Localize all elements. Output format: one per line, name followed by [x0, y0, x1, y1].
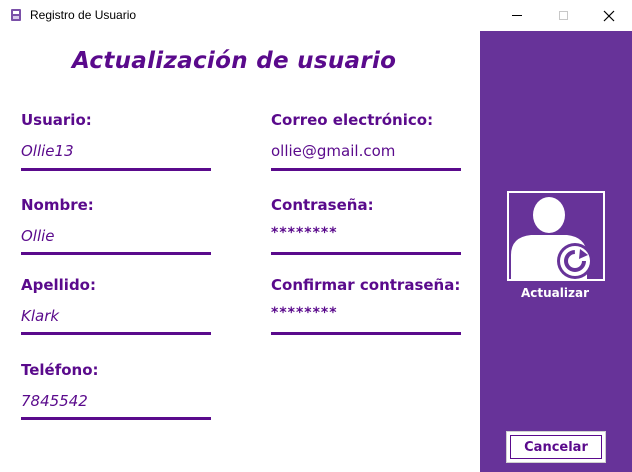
minimize-button[interactable]: [494, 0, 540, 31]
confirm-password-underline: [271, 332, 461, 335]
confirm-password-label: Confirmar contraseña:: [271, 276, 461, 294]
email-underline: [271, 168, 461, 171]
password-underline: [271, 252, 461, 255]
close-icon: [603, 10, 615, 21]
maximize-icon: [558, 11, 568, 20]
password-field[interactable]: ********: [271, 225, 338, 241]
username-underline: [21, 168, 211, 171]
lastname-label: Apellido:: [21, 276, 96, 294]
minimize-icon: [512, 15, 522, 16]
form-icon: [11, 9, 21, 21]
confirm-password-field[interactable]: ********: [271, 305, 338, 321]
lastname-underline: [21, 332, 211, 335]
password-label: Contraseña:: [271, 196, 374, 214]
name-underline: [21, 252, 211, 255]
email-field[interactable]: ollie@gmail.com: [271, 142, 395, 160]
cancel-button[interactable]: Cancelar: [506, 431, 606, 463]
user-refresh-icon: [511, 197, 593, 279]
close-button[interactable]: [586, 0, 632, 31]
username-field[interactable]: Ollie13: [21, 142, 74, 160]
lastname-field[interactable]: Klark: [21, 307, 59, 325]
email-label: Correo electrónico:: [271, 111, 434, 129]
maximize-button[interactable]: [540, 0, 586, 31]
title-bar: Registro de Usuario: [0, 0, 632, 31]
app-window: Registro de Usuario Actualización de usu…: [0, 0, 632, 472]
name-label: Nombre:: [21, 196, 94, 214]
page-title: Actualización de usuario: [72, 48, 397, 74]
update-button[interactable]: [507, 191, 605, 281]
cancel-label: Cancelar: [524, 439, 588, 455]
form-panel: Actualización de usuario Usuario: Ollie1…: [0, 31, 480, 472]
update-label: Actualizar: [521, 286, 590, 300]
name-field[interactable]: Ollie: [21, 227, 55, 245]
phone-label: Teléfono:: [21, 361, 99, 379]
phone-field[interactable]: 7845542: [21, 392, 88, 410]
window-title: Registro de Usuario: [30, 8, 137, 22]
phone-underline: [21, 417, 211, 420]
update-button-face: [509, 193, 603, 279]
username-label: Usuario:: [21, 111, 92, 129]
